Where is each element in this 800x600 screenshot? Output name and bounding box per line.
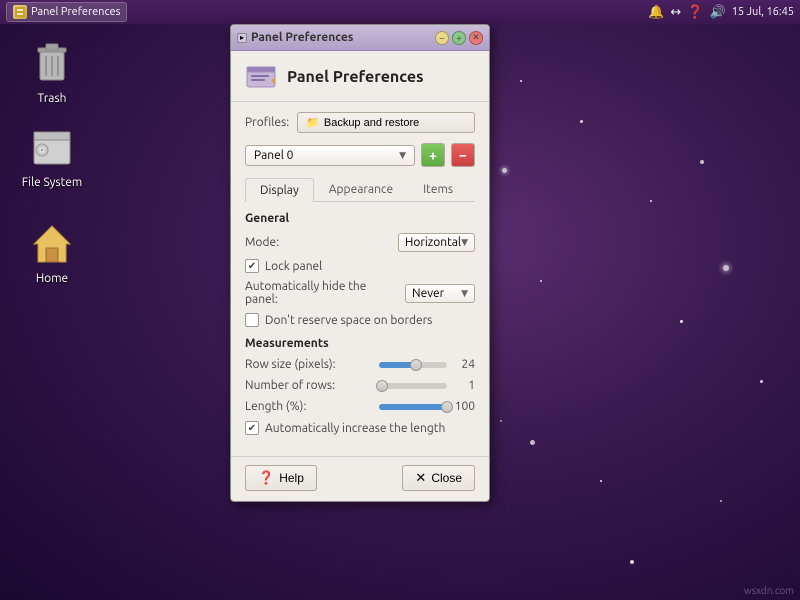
taskbar-app-label: Panel Preferences	[31, 6, 120, 18]
panel-preferences-dialog: ▸ Panel Preferences – + ✕ Panel Preferen…	[230, 24, 490, 502]
notification-icon: 🔔	[648, 5, 664, 20]
auto-length-checkbox[interactable]: ✔	[245, 421, 259, 435]
tab-items-label: Items	[423, 183, 453, 196]
autohide-dropdown[interactable]: Never ▼	[405, 284, 475, 303]
length-thumb[interactable]	[441, 401, 453, 413]
trash-icon	[28, 40, 76, 88]
desktop-icon-home[interactable]: Home	[16, 216, 88, 289]
length-value: 100	[451, 400, 475, 413]
num-rows-label: Number of rows:	[245, 379, 375, 392]
panel-select-dropdown[interactable]: Panel 0 ▼	[245, 145, 415, 166]
dialog-title-left: ▸ Panel Preferences	[237, 31, 353, 44]
dialog-body: Profiles: 📁 Backup and restore Panel 0 ▼…	[231, 102, 489, 452]
dialog-close-button[interactable]: ✕ Close	[402, 465, 475, 491]
num-rows-thumb[interactable]	[376, 380, 388, 392]
mode-chevron: ▼	[461, 237, 468, 248]
filesystem-label: File System	[22, 176, 83, 189]
home-label: Home	[36, 272, 68, 285]
close-button-icon: ✕	[415, 470, 426, 486]
help-button-label: Help	[279, 471, 304, 485]
tab-display-label: Display	[260, 184, 299, 197]
dialog-header-icon	[245, 61, 277, 93]
desktop-icon-trash[interactable]: Trash	[16, 36, 88, 109]
reserve-space-row: Don't reserve space on borders	[245, 313, 475, 327]
taskbar-left: Panel Preferences	[6, 2, 127, 22]
tab-appearance-label: Appearance	[329, 183, 393, 196]
auto-length-row: ✔ Automatically increase the length	[245, 421, 475, 435]
panel-select-value: Panel 0	[254, 149, 293, 162]
length-fill	[379, 404, 447, 410]
reserve-space-checkbox[interactable]	[245, 313, 259, 327]
backup-icon: 📁	[306, 116, 320, 129]
mode-dropdown[interactable]: Horizontal ▼	[398, 233, 475, 252]
panel-add-button[interactable]: +	[421, 143, 445, 167]
row-size-row: Row size (pixels): 24	[245, 358, 475, 371]
length-track	[379, 404, 447, 410]
length-label: Length (%):	[245, 400, 375, 413]
maximize-button[interactable]: +	[452, 31, 466, 45]
tab-items[interactable]: Items	[408, 177, 468, 201]
network-icon: ↔	[670, 5, 681, 20]
row-size-label: Row size (pixels):	[245, 358, 375, 371]
panel-selector-row: Panel 0 ▼ + −	[245, 143, 475, 167]
help-button-icon: ❓	[258, 470, 274, 486]
backup-label: Backup and restore	[324, 117, 419, 129]
volume-icon: 🔊	[710, 5, 726, 20]
autohide-chevron: ▼	[461, 288, 468, 299]
lock-panel-label: Lock panel	[265, 260, 322, 273]
mode-label: Mode:	[245, 236, 398, 249]
autohide-label: Automatically hide the panel:	[245, 280, 397, 306]
home-icon	[28, 220, 76, 268]
profiles-row: Profiles: 📁 Backup and restore	[245, 112, 475, 133]
num-rows-track	[379, 383, 447, 389]
dialog-title-text: Panel Preferences	[251, 31, 353, 44]
taskbar-app-icon	[13, 5, 27, 19]
dialog-header: Panel Preferences	[231, 51, 489, 102]
row-size-thumb[interactable]	[410, 359, 422, 371]
clock: 15 Jul, 16:45	[732, 6, 794, 18]
tabs-row: Display Appearance Items	[245, 177, 475, 202]
dialog-title-icon: ▸	[237, 33, 247, 43]
trash-label: Trash	[37, 92, 66, 105]
taskbar: Panel Preferences 🔔 ↔ ❓ 🔊 15 Jul, 16:45	[0, 0, 800, 24]
dialog-title-buttons: – + ✕	[435, 31, 483, 45]
panel-remove-button[interactable]: −	[451, 143, 475, 167]
profiles-label: Profiles:	[245, 116, 289, 129]
watermark: wsxdn.com	[744, 585, 794, 596]
general-section-title: General	[245, 212, 475, 225]
reserve-space-label: Don't reserve space on borders	[265, 314, 432, 327]
tab-display[interactable]: Display	[245, 178, 314, 202]
num-rows-row: Number of rows: 1	[245, 379, 475, 392]
taskbar-app-button[interactable]: Panel Preferences	[6, 2, 127, 22]
row-size-value: 24	[451, 358, 475, 371]
lock-panel-row: ✔ Lock panel	[245, 259, 475, 273]
panel-select-chevron: ▼	[399, 150, 406, 161]
row-size-track	[379, 362, 447, 368]
auto-length-label: Automatically increase the length	[265, 422, 445, 435]
length-row: Length (%): 100	[245, 400, 475, 413]
help-icon: ❓	[687, 5, 703, 20]
filesystem-icon	[28, 124, 76, 172]
autohide-row: Automatically hide the panel: Never ▼	[245, 280, 475, 306]
mode-value: Horizontal	[405, 236, 461, 249]
backup-restore-button[interactable]: 📁 Backup and restore	[297, 112, 475, 133]
lock-panel-checkbox[interactable]: ✔	[245, 259, 259, 273]
measurements-section-title: Measurements	[245, 337, 475, 350]
help-button[interactable]: ❓ Help	[245, 465, 317, 491]
num-rows-value: 1	[451, 379, 475, 392]
close-button-label: Close	[431, 471, 462, 485]
mode-row: Mode: Horizontal ▼	[245, 233, 475, 252]
minimize-button[interactable]: –	[435, 31, 449, 45]
dialog-header-title: Panel Preferences	[287, 68, 424, 86]
close-window-button[interactable]: ✕	[469, 31, 483, 45]
dialog-titlebar: ▸ Panel Preferences – + ✕	[231, 25, 489, 51]
tab-appearance[interactable]: Appearance	[314, 177, 408, 201]
dialog-footer: ❓ Help ✕ Close	[231, 456, 489, 501]
measurements-section: Measurements Row size (pixels): 24 Numbe…	[245, 337, 475, 435]
desktop-icon-filesystem[interactable]: File System	[16, 120, 88, 193]
autohide-value: Never	[412, 287, 444, 300]
taskbar-right: 🔔 ↔ ❓ 🔊 15 Jul, 16:45	[648, 5, 794, 20]
